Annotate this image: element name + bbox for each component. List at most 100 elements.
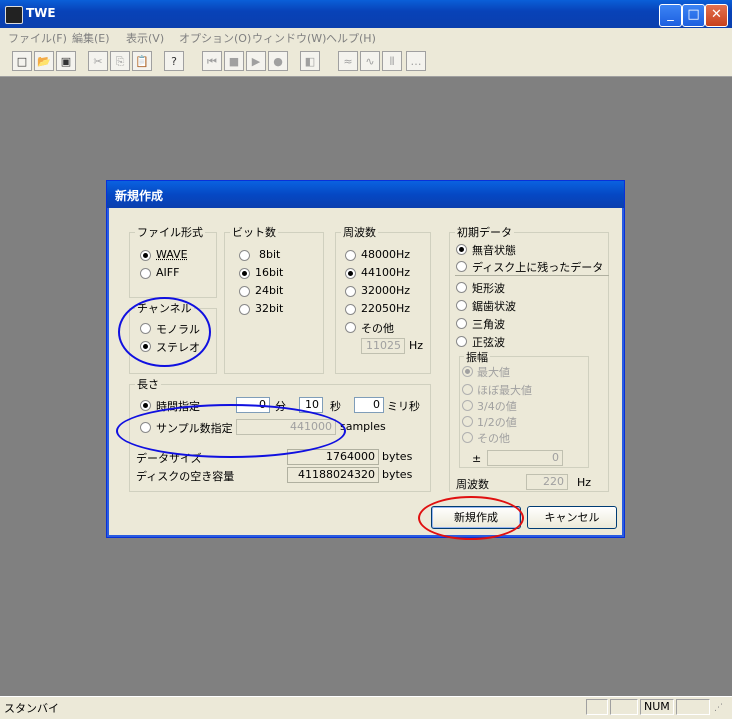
freq-other-input[interactable]: 11025 — [361, 338, 405, 354]
freq-48000-radio[interactable] — [345, 250, 356, 261]
aiff-radio[interactable] — [140, 268, 151, 279]
freq-32000-radio[interactable] — [345, 286, 356, 297]
wave2-icon[interactable]: ∿ — [360, 51, 380, 71]
freq-other-radio[interactable] — [345, 322, 356, 333]
amp-half-radio[interactable] — [462, 416, 473, 427]
ms-unit: ミリ秒 — [387, 400, 420, 413]
file-format-label: ファイル形式 — [135, 224, 205, 240]
play-icon[interactable]: ▶ — [246, 51, 266, 71]
resize-grip-icon[interactable]: ⋰ — [714, 703, 726, 715]
bits-24-label: 24bit — [255, 284, 284, 297]
init-saw-radio[interactable] — [456, 300, 467, 311]
bits-32-radio[interactable] — [239, 304, 250, 315]
bits-16-radio[interactable] — [239, 268, 250, 279]
freq-other-unit: Hz — [409, 339, 424, 352]
bits-8-radio[interactable] — [239, 250, 250, 261]
channel-highlight-ellipse — [118, 297, 211, 367]
frequency-label: 周波数 — [341, 224, 378, 240]
amp-value-input[interactable]: 0 — [487, 450, 563, 466]
dialog-title-bar: 新規作成 — [107, 181, 624, 208]
freq-44100-label: 44100Hz — [361, 266, 411, 279]
menu-edit[interactable]: 編集(E) — [72, 30, 110, 46]
cut-icon[interactable]: ✂ — [88, 51, 108, 71]
dialog-body: ファイル形式 WAVE AIFF チャンネル モノラル ステレオ ビット数 8b… — [107, 208, 624, 537]
amp-three-quarter-label: 3/4の値 — [477, 400, 517, 413]
data-size-unit: bytes — [382, 450, 413, 463]
ms-input[interactable]: 0 — [354, 397, 384, 413]
amp-pm-label: ± — [472, 452, 482, 465]
freq-44100-radio[interactable] — [345, 268, 356, 279]
menu-options[interactable]: オプション(O) — [179, 30, 251, 46]
init-square-radio[interactable] — [456, 282, 467, 293]
open-icon[interactable]: 📂 — [34, 51, 54, 71]
init-sine-label: 正弦波 — [472, 336, 505, 349]
init-silence-label: 無音状態 — [472, 244, 516, 257]
init-silence-radio[interactable] — [456, 244, 467, 255]
bits-24-radio[interactable] — [239, 286, 250, 297]
freq-48000-label: 48000Hz — [361, 248, 411, 261]
init-disk-radio[interactable] — [456, 261, 467, 272]
status-cell-1 — [586, 699, 608, 715]
mute-icon[interactable]: ◧ — [300, 51, 320, 71]
init-saw-label: 鋸歯状波 — [472, 300, 516, 313]
close-icon[interactable]: ✕ — [705, 4, 728, 27]
menu-view[interactable]: 表示(V) — [126, 30, 164, 46]
amp-max-radio[interactable] — [462, 366, 473, 377]
menu-file[interactable]: ファイル(F) — [8, 30, 67, 46]
minimize-icon[interactable]: _ — [659, 4, 682, 27]
amp-half-label: 1/2の値 — [477, 416, 517, 429]
init-freq-input[interactable]: 220 — [526, 474, 568, 490]
samples-highlight-ellipse — [116, 404, 346, 458]
marker-icon[interactable]: ⫴ — [382, 51, 402, 71]
paste-icon[interactable]: 📋 — [132, 51, 152, 71]
amp-other-radio[interactable] — [462, 432, 473, 443]
time-spec-radio[interactable] — [140, 400, 151, 411]
amp-near-max-label: ほぼ最大値 — [477, 384, 532, 397]
freq-22050-radio[interactable] — [345, 304, 356, 315]
disk-free-label: ディスクの空き容量 — [136, 470, 235, 483]
record-icon[interactable]: ● — [268, 51, 288, 71]
app-title: TWE — [26, 6, 56, 20]
rewind-icon[interactable]: ⏮ — [202, 51, 222, 71]
bits-label: ビット数 — [230, 224, 278, 240]
bits-8-label: 8bit — [259, 248, 281, 261]
init-triangle-label: 三角波 — [472, 318, 505, 331]
disk-free-value: 41188024320 — [287, 467, 379, 483]
freq-other-label: その他 — [361, 322, 394, 335]
init-triangle-radio[interactable] — [456, 318, 467, 329]
menu-bar: ファイル(F) 編集(E) 表示(V) オプション(O) ウィンドウ(W) ヘル… — [0, 28, 732, 46]
length-label: 長さ — [135, 376, 161, 392]
new-icon[interactable]: □ — [12, 51, 32, 71]
amp-max-label: 最大値 — [477, 366, 510, 379]
menu-window[interactable]: ウィンドウ(W) — [252, 30, 326, 46]
maximize-icon[interactable]: □ — [682, 4, 705, 27]
stop-icon[interactable]: ■ — [224, 51, 244, 71]
seconds-unit: 秒 — [330, 400, 341, 413]
copy-icon[interactable]: ⎘ — [110, 51, 130, 71]
amp-three-quarter-radio[interactable] — [462, 400, 473, 411]
toolbar: □ 📂 ▣ ✂ ⎘ 📋 ? ⏮ ■ ▶ ● ◧ ≈ ∿ ⫴ … — [0, 46, 732, 77]
amp-near-max-radio[interactable] — [462, 384, 473, 395]
menu-help[interactable]: ヘルプ(H) — [326, 30, 376, 46]
cancel-button[interactable]: キャンセル — [527, 506, 617, 529]
status-cell-2 — [610, 699, 638, 715]
initial-divider — [455, 275, 609, 276]
scroll-icon[interactable]: … — [406, 51, 426, 71]
wave-icon[interactable]: ≈ — [338, 51, 358, 71]
init-freq-label: 周波数 — [456, 478, 489, 491]
init-freq-unit: Hz — [577, 476, 592, 489]
initial-data-label: 初期データ — [455, 224, 514, 240]
wave-label: WAVE — [156, 248, 188, 261]
status-num: NUM — [640, 699, 674, 715]
save-icon[interactable]: ▣ — [56, 51, 76, 71]
help-icon[interactable]: ? — [164, 51, 184, 71]
file-format-group — [129, 232, 217, 298]
init-disk-label: ディスク上に残ったデータ — [472, 261, 604, 274]
app-title-bar: TWE _ □ ✕ — [0, 0, 732, 28]
init-square-label: 矩形波 — [472, 282, 505, 295]
init-sine-radio[interactable] — [456, 336, 467, 347]
status-cell-4 — [676, 699, 710, 715]
wave-radio[interactable] — [140, 250, 151, 261]
disk-free-unit: bytes — [382, 468, 413, 481]
freq-22050-label: 22050Hz — [361, 302, 411, 315]
